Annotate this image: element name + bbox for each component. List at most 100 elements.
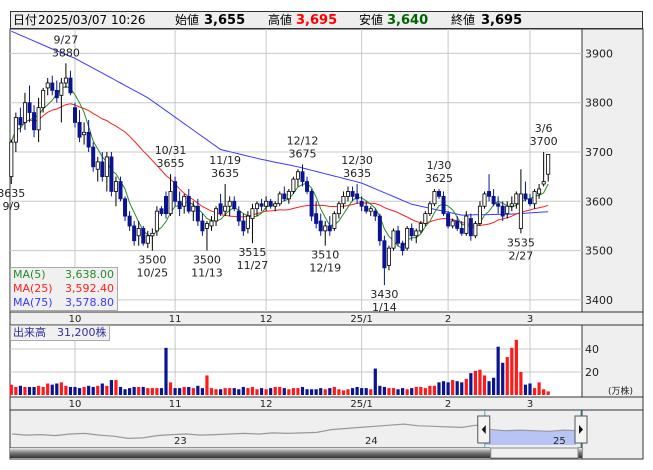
price-tick-label: 3700: [585, 146, 613, 159]
volume-bar: [14, 386, 18, 395]
volume-bar: [542, 389, 546, 395]
month-label: 2: [445, 399, 451, 410]
candle-up: [345, 191, 350, 197]
volume-bar: [241, 386, 245, 395]
volume-bar: [214, 389, 218, 395]
volume-bar: [246, 388, 250, 395]
ma-legend: MA(5) 3,638.00 MA(25) 3,592.40 MA(75) 3,578…: [10, 267, 118, 311]
candle-up: [546, 154, 551, 175]
candle-down: [355, 193, 360, 200]
volume-bar: [396, 389, 400, 395]
volume-bar: [109, 380, 113, 395]
volume-bar: [510, 347, 514, 395]
volume-bar: [237, 389, 241, 395]
candle-down: [359, 200, 364, 207]
volume-bar: [150, 388, 154, 395]
candle-up: [450, 220, 455, 227]
price-tick-label: 3400: [585, 294, 613, 307]
candle-down: [50, 82, 55, 91]
volume-bar: [37, 385, 41, 395]
candle-up: [182, 195, 187, 207]
candle-down: [318, 220, 323, 232]
candle-up: [59, 82, 64, 96]
volume-bar: [269, 388, 273, 395]
month-label: 2: [445, 314, 451, 325]
volume-bar: [232, 388, 236, 395]
annotation-date: 12/19: [309, 262, 341, 275]
price-tick-label: 3500: [585, 245, 613, 258]
volume-bar: [168, 382, 173, 395]
volume-bar: [223, 388, 227, 395]
candle-down: [86, 131, 91, 148]
volume-bar: [9, 384, 13, 395]
candle-up: [295, 171, 300, 180]
candle-up: [336, 203, 341, 215]
candle-up: [537, 188, 542, 195]
volume-bar: [141, 386, 145, 395]
candle-down: [491, 195, 496, 205]
annotation-date: 1/14: [372, 301, 397, 314]
candle-up: [277, 193, 282, 205]
volume-bar: [337, 389, 341, 395]
volume-bar: [59, 382, 63, 395]
candle-up: [227, 200, 232, 207]
volume-bar: [123, 389, 127, 395]
candle-down: [309, 191, 314, 217]
candle-up: [214, 208, 219, 222]
volume-bar: [300, 386, 305, 395]
volume-bar: [23, 386, 27, 395]
annotation-date: 2/27: [509, 249, 534, 262]
candle-down: [305, 181, 310, 192]
candle-down: [163, 195, 168, 215]
annotation-date: 11/19: [209, 154, 241, 167]
volume-bar: [378, 385, 382, 395]
candle-down: [377, 215, 382, 242]
volume-bar: [155, 388, 159, 395]
volume-bar: [487, 381, 491, 395]
volume-bar: [355, 386, 359, 395]
annotation-price: 3430: [370, 288, 398, 301]
volume-bar: [205, 375, 209, 395]
volume-bar: [64, 385, 68, 395]
candle-down: [73, 107, 78, 123]
candle-down: [141, 228, 146, 244]
volume-bar: [137, 386, 141, 395]
candle-up: [191, 205, 196, 212]
volume-bar: [496, 346, 500, 395]
candle-up: [45, 82, 50, 89]
annotation-date: 9/9: [2, 200, 20, 213]
month-label: 11: [169, 314, 182, 325]
candle-down: [496, 203, 501, 207]
candle-down: [373, 210, 378, 217]
volume-bar: [532, 388, 537, 395]
scrollbar-thumb[interactable]: [490, 447, 579, 459]
volume-bar: [387, 388, 391, 395]
volume-bar: [114, 380, 118, 395]
candle-down: [109, 156, 114, 192]
candle-up: [209, 220, 214, 227]
candle-up: [391, 230, 396, 249]
candle-down: [446, 213, 451, 227]
candle-down: [77, 122, 82, 138]
volume-bar: [455, 381, 459, 395]
annotation-price: 3700: [530, 135, 558, 148]
volume-bar: [410, 388, 414, 395]
candle-up: [95, 161, 100, 170]
navigator-year-label: 24: [365, 436, 378, 447]
volume-tick-label: 40: [585, 343, 599, 356]
candle-up: [273, 203, 278, 207]
volume-bar: [441, 381, 446, 395]
volume-bar: [373, 368, 377, 395]
month-label: 10: [69, 314, 82, 325]
candle-down: [468, 218, 473, 237]
candle-down: [54, 89, 59, 99]
volume-bar: [200, 388, 204, 395]
volume-bar: [282, 388, 286, 395]
volume-bar: [360, 388, 364, 395]
navigator-year-label: 25: [553, 436, 566, 447]
candle-down: [364, 205, 369, 212]
price-tick-label: 3800: [585, 97, 613, 110]
volume-bar: [423, 388, 427, 395]
candle-up: [245, 215, 250, 229]
volume-bar: [519, 372, 523, 395]
